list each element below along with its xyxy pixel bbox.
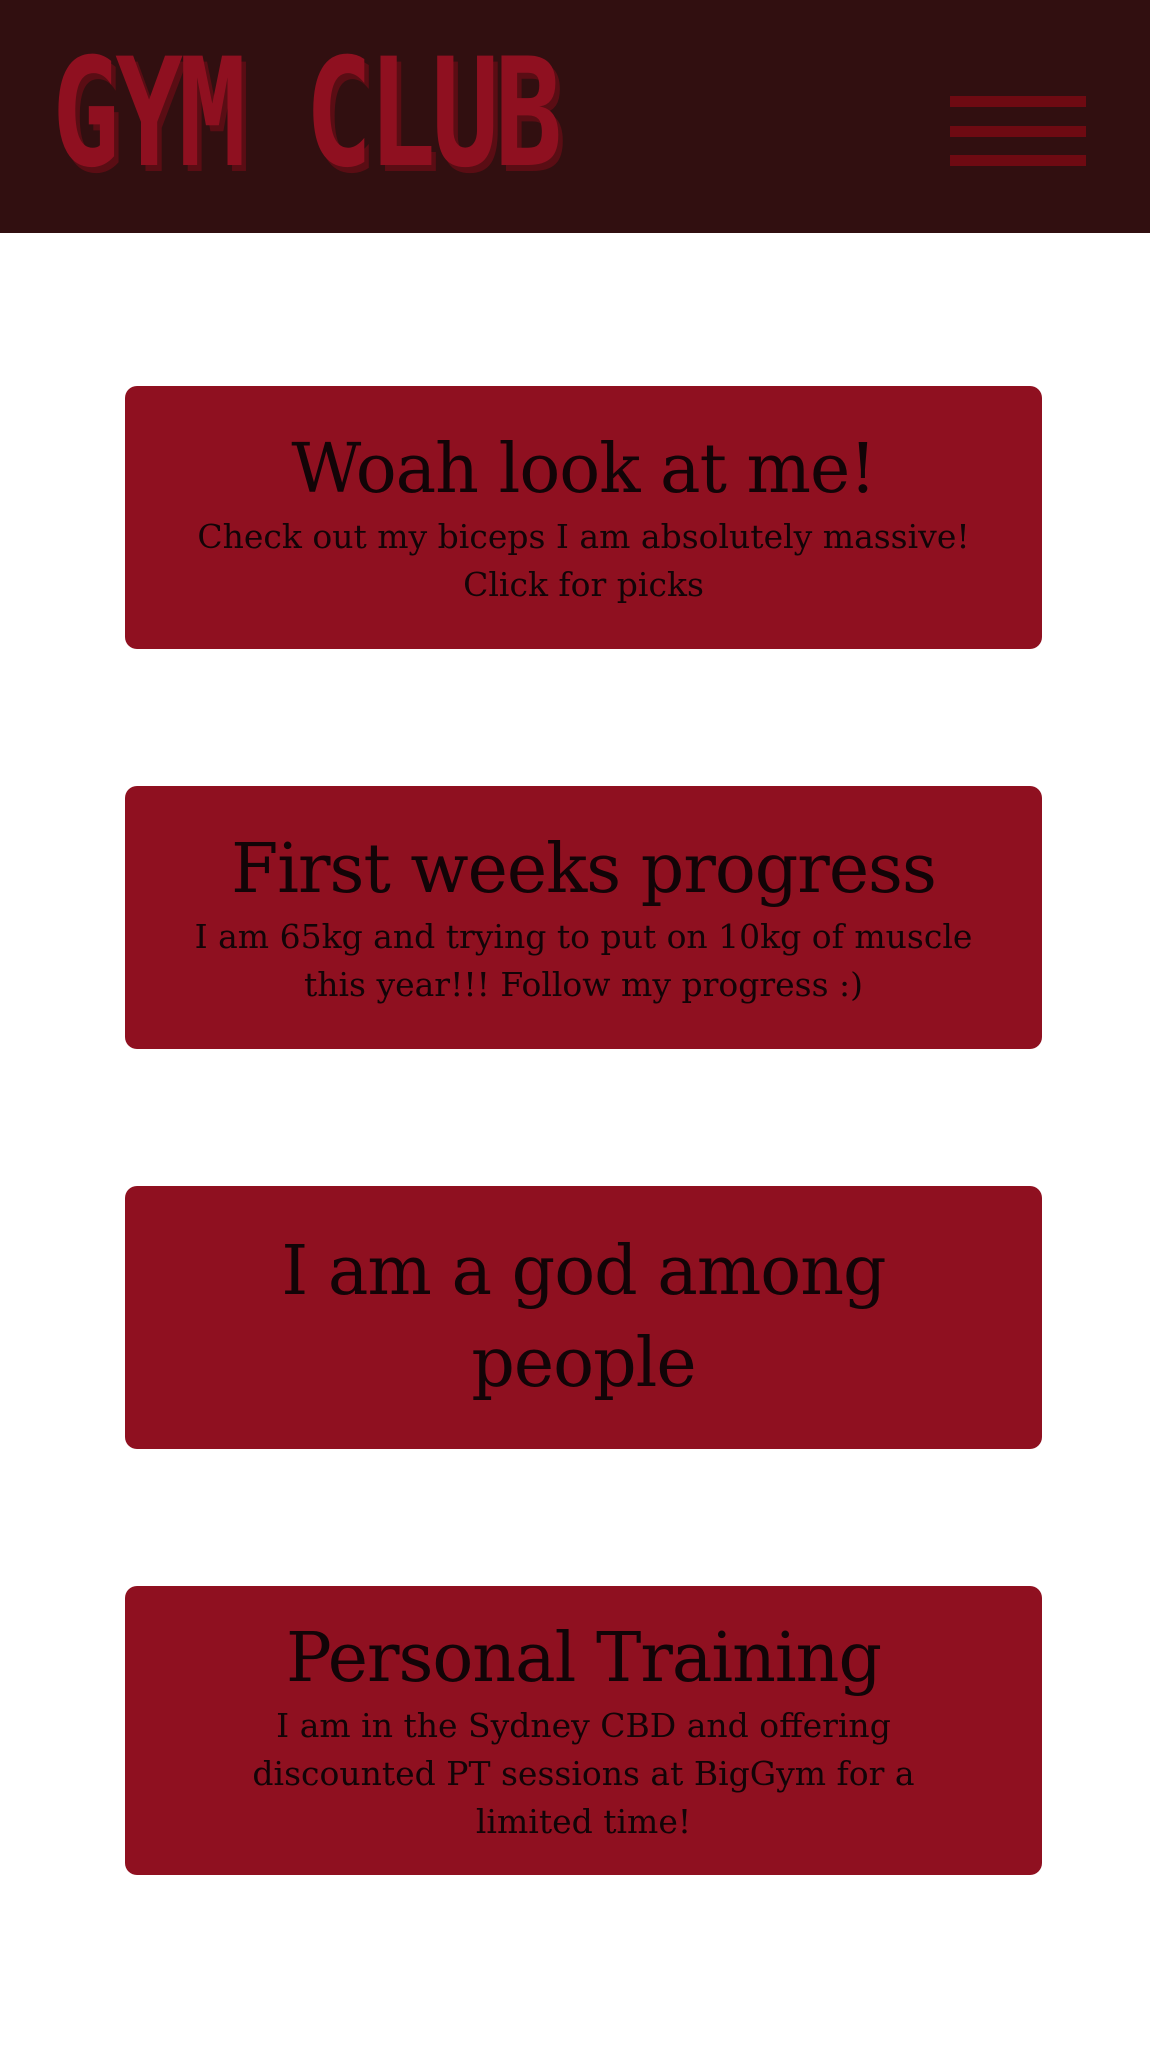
gym-club-logo[interactable]: GYM CLUB bbox=[52, 34, 562, 194]
site-header: GYM CLUB bbox=[0, 0, 1150, 233]
hamburger-menu-icon[interactable] bbox=[950, 96, 1086, 166]
post-card-progress[interactable]: First weeks progress I am 65kg and tryin… bbox=[125, 786, 1042, 1049]
post-title: Woah look at me! bbox=[291, 429, 876, 509]
post-card-woah[interactable]: Woah look at me! Check out my biceps I a… bbox=[125, 386, 1042, 649]
post-card-god[interactable]: I am a god among people bbox=[125, 1186, 1042, 1449]
post-text: Check out my biceps I am absolutely mass… bbox=[197, 516, 970, 604]
menu-bar-middle bbox=[950, 126, 1086, 137]
post-title: Personal Training bbox=[286, 1618, 882, 1698]
post-card-personal-training[interactable]: Personal Training I am in the Sydney CBD… bbox=[125, 1586, 1042, 1875]
post-title: First weeks progress bbox=[231, 829, 937, 909]
post-title: I am a god among people bbox=[281, 1231, 886, 1403]
menu-bar-bottom bbox=[950, 155, 1086, 166]
menu-bar-top bbox=[950, 96, 1086, 107]
post-text: I am in the Sydney CBD and offering disc… bbox=[252, 1705, 915, 1841]
post-text: I am 65kg and trying to put on 10kg of m… bbox=[194, 916, 973, 1004]
